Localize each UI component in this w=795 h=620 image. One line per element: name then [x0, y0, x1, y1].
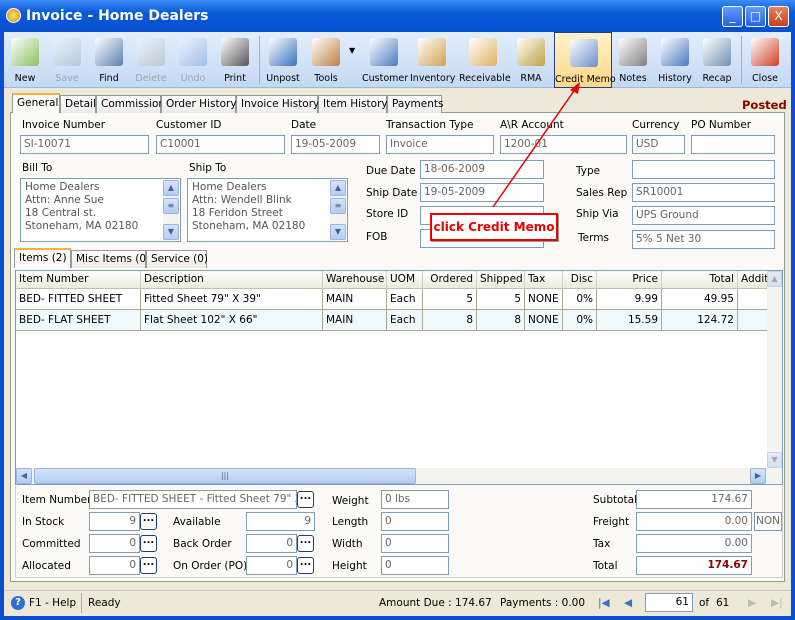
scroll-up-icon[interactable]: ▲: [767, 271, 782, 287]
column-header-total[interactable]: Total: [662, 271, 738, 289]
table-cell: 0%: [563, 310, 597, 331]
allocated-label: Allocated: [22, 560, 71, 572]
previous-record-icon[interactable]: ◀: [624, 597, 632, 609]
table-cell: 0%: [563, 289, 597, 310]
item-number-label: Item Number: [22, 494, 92, 506]
first-record-icon[interactable]: |◀: [598, 597, 610, 609]
tab-items-0[interactable]: Items (2): [14, 248, 71, 268]
callout-annotation: click Credit Memo: [430, 213, 558, 241]
subtotal-field: 174.67: [636, 490, 752, 509]
table-cell: 9.99: [597, 289, 662, 310]
column-header-price[interactable]: Price: [597, 271, 662, 289]
back-order-field[interactable]: 0: [246, 534, 297, 553]
freight-code-field[interactable]: NON: [754, 512, 782, 531]
committed-lookup-button[interactable]: ...: [140, 535, 157, 552]
help-text[interactable]: F1 - Help: [29, 597, 76, 609]
tab-items-2[interactable]: Service (0): [146, 250, 208, 268]
table-cell: Each: [387, 289, 423, 310]
back-order-lookup-button[interactable]: ...: [297, 535, 314, 552]
column-header-shipped[interactable]: Shipped: [477, 271, 525, 289]
tab-items-1[interactable]: Misc Items (0): [71, 250, 150, 268]
table-cell: Flat Sheet 102" X 66": [141, 310, 323, 331]
tax-label: Tax: [593, 538, 611, 550]
table-cell: BED- FLAT SHEET: [16, 310, 141, 331]
back-order-label: Back Order: [173, 538, 232, 550]
table-cell: 124.72: [662, 310, 738, 331]
in-stock-field[interactable]: 9: [89, 512, 140, 531]
table-cell: Each: [387, 310, 423, 331]
record-number-field[interactable]: 61: [645, 593, 693, 612]
allocated-lookup-button[interactable]: ...: [140, 557, 157, 574]
on-order-label: On Order (PO): [173, 560, 248, 572]
table-cell: 8: [477, 310, 525, 331]
column-header-description[interactable]: Description: [141, 271, 323, 289]
payments-total: Payments : 0.00: [500, 597, 586, 609]
column-header-ordered[interactable]: Ordered: [423, 271, 477, 289]
committed-label: Committed: [22, 538, 81, 550]
height-field[interactable]: 0: [381, 556, 449, 575]
on-order-lookup-button[interactable]: ...: [297, 557, 314, 574]
table-cell: 8: [423, 310, 477, 331]
grid-vertical-scrollbar[interactable]: ▲ ▼: [767, 271, 782, 468]
committed-field[interactable]: 0: [89, 534, 140, 553]
column-header-uom[interactable]: UOM: [387, 271, 423, 289]
available-field[interactable]: 9: [246, 512, 315, 531]
tax-field: 0.00: [636, 534, 752, 553]
table-cell: BED- FITTED SHEET: [16, 289, 141, 310]
table-cell: [738, 289, 768, 310]
table-cell: 5: [423, 289, 477, 310]
height-label: Height: [332, 560, 367, 572]
amount-due: Amount Due : 174.67: [379, 597, 492, 609]
column-header-addit[interactable]: Addit: [738, 271, 768, 289]
allocated-field[interactable]: 0: [89, 556, 140, 575]
column-header-warehouse[interactable]: Warehouse: [323, 271, 387, 289]
help-icon[interactable]: ?: [11, 596, 25, 610]
available-label: Available: [173, 516, 221, 528]
table-cell: MAIN: [323, 310, 387, 331]
table-cell: 5: [477, 289, 525, 310]
scroll-down-icon[interactable]: ▼: [767, 452, 782, 468]
freight-label: Freight: [593, 516, 630, 528]
table-cell: Fitted Sheet 79" X 39": [141, 289, 323, 310]
divider: [81, 593, 82, 613]
on-order-field[interactable]: 0: [246, 556, 297, 575]
scroll-thumb[interactable]: |||: [34, 468, 416, 484]
table-cell: NONE: [525, 310, 563, 331]
table-cell: 15.59: [597, 310, 662, 331]
grid-horizontal-scrollbar[interactable]: ◀ ||| ▶: [16, 468, 782, 484]
of-label: of: [699, 597, 710, 609]
next-record-icon[interactable]: ▶: [748, 597, 756, 609]
table-cell: NONE: [525, 289, 563, 310]
length-field[interactable]: 0: [381, 512, 449, 531]
scroll-right-icon[interactable]: ▶: [750, 468, 766, 484]
status-text: Ready: [88, 597, 121, 609]
weight-label: Weight: [332, 495, 369, 507]
item-number-field[interactable]: BED- FITTED SHEET - Fitted Sheet 79" X 3…: [89, 490, 297, 509]
in-stock-label: In Stock: [22, 516, 65, 528]
table-cell: [738, 310, 768, 331]
column-header-tax[interactable]: Tax: [525, 271, 563, 289]
scroll-left-icon[interactable]: ◀: [16, 468, 32, 484]
subtotal-label: Subtotal: [593, 494, 637, 506]
table-cell: MAIN: [323, 289, 387, 310]
column-header-disc[interactable]: Disc: [563, 271, 597, 289]
item-lookup-button[interactable]: ...: [297, 491, 314, 508]
width-label: Width: [332, 538, 363, 550]
weight-field[interactable]: 0 lbs: [381, 490, 449, 509]
column-header-item-number[interactable]: Item Number: [16, 271, 141, 289]
total-records: 61: [716, 597, 730, 609]
in-stock-lookup-button[interactable]: ...: [140, 513, 157, 530]
total-label: Total: [593, 560, 618, 572]
freight-field[interactable]: 0.00: [636, 512, 752, 531]
table-cell: 49.95: [662, 289, 738, 310]
total-field: 174.67: [636, 556, 752, 575]
width-field[interactable]: 0: [381, 534, 449, 553]
length-label: Length: [332, 516, 369, 528]
last-record-icon[interactable]: ▶|: [771, 597, 783, 609]
